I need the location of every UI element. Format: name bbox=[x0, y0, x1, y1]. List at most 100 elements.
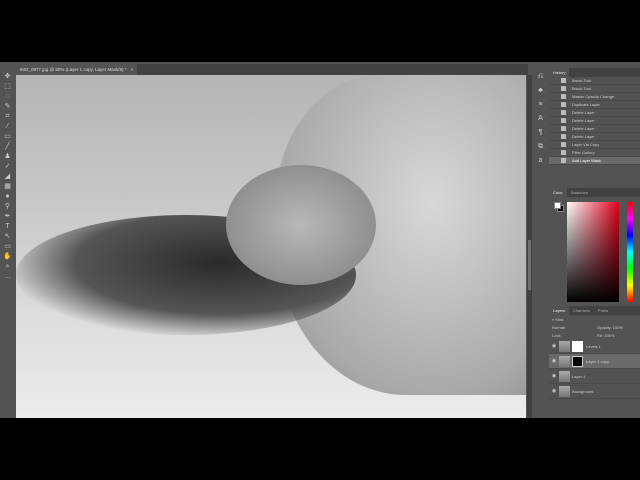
pen-icon[interactable]: ✒ bbox=[0, 212, 15, 222]
hand-icon[interactable]: ✋ bbox=[0, 252, 15, 262]
history-item[interactable]: Duplicate Layer bbox=[549, 101, 640, 109]
history-state-icon bbox=[561, 78, 566, 83]
eraser-icon[interactable]: ◢ bbox=[0, 172, 15, 182]
glyphs-icon[interactable]: a bbox=[533, 154, 548, 168]
layer-thumbnail bbox=[559, 370, 570, 382]
layer-row[interactable]: ◉ Levels 1 bbox=[549, 339, 640, 354]
layer-row[interactable]: ◉ Background bbox=[549, 384, 640, 399]
history-item[interactable]: Delete Layer bbox=[549, 117, 640, 125]
color-picker-field[interactable] bbox=[567, 202, 619, 302]
adjustments-icon[interactable]: ≡ bbox=[533, 98, 548, 112]
history-item[interactable]: Brush Tool bbox=[549, 77, 640, 85]
brush-icon[interactable]: ╱ bbox=[0, 142, 15, 152]
more-icon[interactable]: … bbox=[0, 272, 15, 282]
photo-face bbox=[226, 165, 376, 285]
blend-mode-select[interactable]: Normal bbox=[552, 325, 597, 330]
history-item[interactable]: Add Layer Mask bbox=[549, 157, 640, 165]
stamp-icon[interactable]: ♟ bbox=[0, 152, 15, 162]
layers-panel: Layers Channels Paths ⌕ Kind Normal Opacity… bbox=[549, 306, 640, 418]
type-icon[interactable]: T bbox=[0, 222, 15, 232]
tab-color[interactable]: Color bbox=[549, 188, 567, 197]
history-item-label: Master Opacity Change bbox=[572, 94, 615, 99]
brush-panel-icon[interactable]: ♣ bbox=[533, 84, 548, 98]
tab-swatches[interactable]: Swatches bbox=[567, 188, 592, 197]
blur-icon[interactable]: ● bbox=[0, 192, 15, 202]
history-item[interactable]: Delete Layer bbox=[549, 125, 640, 133]
history-item[interactable]: Delete Layer bbox=[549, 133, 640, 141]
history-item[interactable]: Master Opacity Change bbox=[549, 93, 640, 101]
image-canvas[interactable] bbox=[16, 75, 526, 418]
filter-kind[interactable]: Kind bbox=[555, 317, 563, 322]
move-icon[interactable]: ✥ bbox=[0, 72, 15, 82]
lasso-icon[interactable]: ◌ bbox=[0, 92, 15, 102]
history-item-label: Brush Tool bbox=[572, 86, 591, 91]
history-item[interactable]: Brush Tool bbox=[549, 85, 640, 93]
foreground-color-swatch[interactable] bbox=[554, 202, 561, 209]
layer-name[interactable]: Layer 1 copy bbox=[586, 359, 609, 364]
adjustment-mask-thumbnail bbox=[572, 340, 583, 352]
character-icon[interactable]: A bbox=[533, 112, 548, 126]
rectangle-icon[interactable]: ▭ bbox=[0, 242, 15, 252]
close-tab-icon[interactable]: × bbox=[131, 67, 134, 72]
history-item-label: Layer Via Copy bbox=[572, 142, 600, 147]
history-panel-icon[interactable]: ⎌ bbox=[533, 70, 548, 84]
layer-row[interactable]: ◉ Layer 1 copy bbox=[549, 354, 640, 369]
visibility-eye-icon[interactable]: ◉ bbox=[549, 373, 559, 379]
document-tab-bar: IMG_0977.jpg @ 50% (Layer 1 copy, Layer … bbox=[16, 64, 528, 75]
document-title: IMG_0977.jpg @ 50% (Layer 1 copy, Layer … bbox=[20, 67, 127, 72]
history-state-icon bbox=[561, 110, 566, 115]
photoshop-window: IMG_0977.jpg @ 50% (Layer 1 copy, Layer … bbox=[0, 62, 640, 418]
visibility-eye-icon[interactable]: ◉ bbox=[549, 358, 559, 364]
paragraph-icon[interactable]: ¶ bbox=[533, 126, 548, 140]
visibility-eye-icon[interactable]: ◉ bbox=[549, 343, 559, 349]
layer-thumbnail bbox=[559, 340, 570, 352]
fill-input[interactable]: 100% bbox=[604, 333, 614, 338]
history-item-label: Delete Layer bbox=[572, 126, 595, 131]
document-tab[interactable]: IMG_0977.jpg @ 50% (Layer 1 copy, Layer … bbox=[16, 64, 138, 75]
dodge-icon[interactable]: ⚲ bbox=[0, 202, 15, 212]
tab-history[interactable]: History bbox=[549, 68, 570, 77]
history-item[interactable]: Layer Via Copy bbox=[549, 141, 640, 149]
history-item[interactable]: Filter Gallery bbox=[549, 149, 640, 157]
lock-label: Lock: bbox=[552, 332, 562, 338]
history-state-icon bbox=[561, 150, 566, 155]
layer-name[interactable]: Layer 1 bbox=[572, 374, 585, 379]
layer-filter[interactable]: ⌕ Kind bbox=[549, 315, 640, 323]
tab-paths[interactable]: Paths bbox=[594, 306, 612, 315]
history-state-icon bbox=[561, 94, 566, 99]
layer-row[interactable]: ◉ Layer 1 bbox=[549, 369, 640, 384]
quick-select-icon[interactable]: ✎ bbox=[0, 102, 15, 112]
opacity-label: Opacity: bbox=[597, 324, 612, 330]
layer-name[interactable]: Background bbox=[572, 389, 593, 394]
history-state-icon bbox=[561, 142, 566, 147]
layer-name[interactable]: Levels 1 bbox=[586, 344, 601, 349]
history-item-label: Add Layer Mask bbox=[572, 158, 601, 163]
visibility-eye-icon[interactable]: ◉ bbox=[549, 388, 559, 394]
clone-source-icon[interactable]: ⧉ bbox=[533, 140, 548, 154]
history-state-icon bbox=[561, 134, 566, 139]
scrollbar-thumb[interactable] bbox=[528, 240, 531, 290]
opacity-input[interactable]: 100% bbox=[613, 325, 623, 330]
history-item[interactable]: Delete Layer bbox=[549, 109, 640, 117]
eyedropper-icon[interactable]: ⁄ bbox=[0, 122, 15, 132]
history-item-label: Delete Layer bbox=[572, 110, 595, 115]
history-brush-icon[interactable]: ✓ bbox=[0, 162, 15, 172]
tab-layers[interactable]: Layers bbox=[549, 306, 570, 315]
tab-channels[interactable]: Channels bbox=[569, 306, 594, 315]
layer-thumbnail bbox=[559, 385, 570, 397]
history-state-icon bbox=[561, 158, 566, 163]
color-panel: Color Swatches bbox=[549, 188, 640, 306]
history-item-label: Duplicate Layer bbox=[572, 102, 600, 107]
crop-icon[interactable]: ⌗ bbox=[0, 112, 15, 122]
vertical-scrollbar[interactable] bbox=[527, 75, 532, 418]
history-state-icon bbox=[561, 86, 566, 91]
healing-icon[interactable]: ▭ bbox=[0, 132, 15, 142]
gradient-icon[interactable]: ▦ bbox=[0, 182, 15, 192]
path-select-icon[interactable]: ↖ bbox=[0, 232, 15, 242]
toolbar: ✥ ⬚ ◌ ✎ ⌗ ⁄ ▭ ╱ ♟ ✓ ◢ ▦ ● ⚲ ✒ T ↖ ▭ ✋ ⌕… bbox=[0, 72, 15, 412]
layer-mask-thumbnail[interactable] bbox=[572, 355, 583, 367]
history-panel: History Brush Tool Brush Tool Master Opaci… bbox=[549, 68, 640, 188]
marquee-icon[interactable]: ⬚ bbox=[0, 82, 15, 92]
hue-slider[interactable] bbox=[627, 202, 633, 302]
zoom-icon[interactable]: ⌕ bbox=[0, 262, 15, 272]
